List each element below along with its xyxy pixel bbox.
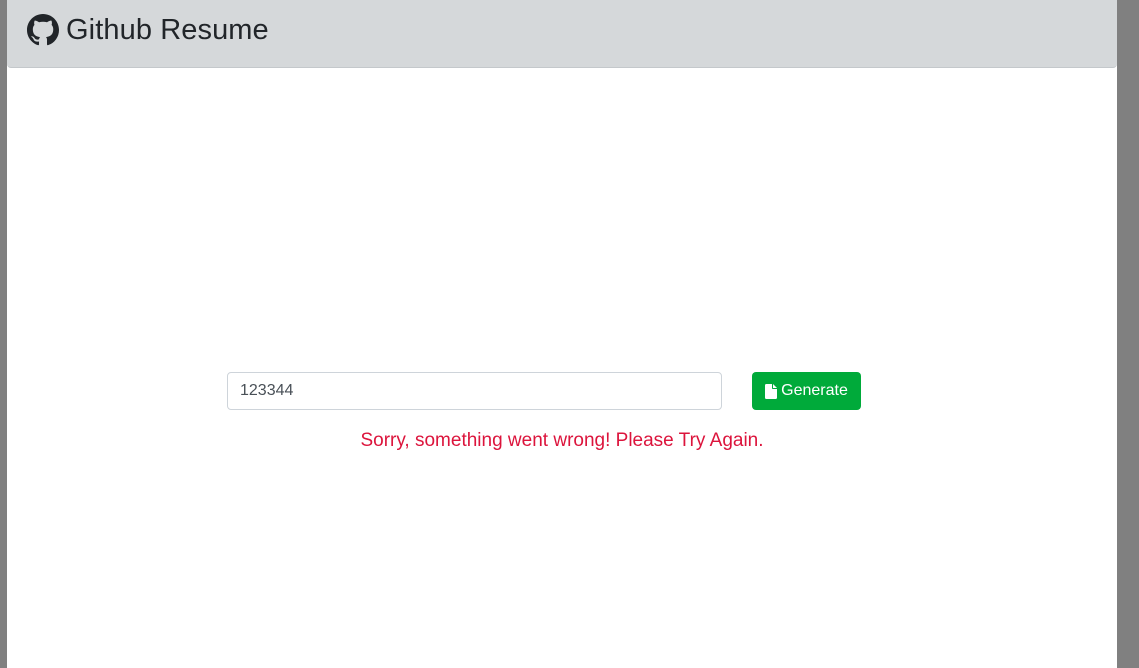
generate-button-label: Generate: [781, 382, 848, 399]
resume-form: Generate: [227, 372, 867, 410]
generate-button[interactable]: Generate: [752, 372, 861, 410]
navbar-brand[interactable]: Github Resume: [27, 12, 269, 48]
app-title: Github Resume: [66, 13, 269, 46]
navbar: Github Resume: [7, 0, 1117, 68]
file-icon: [765, 383, 778, 399]
github-icon: [27, 14, 59, 46]
error-message: Sorry, something went wrong! Please Try …: [360, 430, 764, 451]
username-input[interactable]: [227, 372, 722, 410]
page-content: Github Resume Generate Sorry, something …: [7, 0, 1117, 668]
